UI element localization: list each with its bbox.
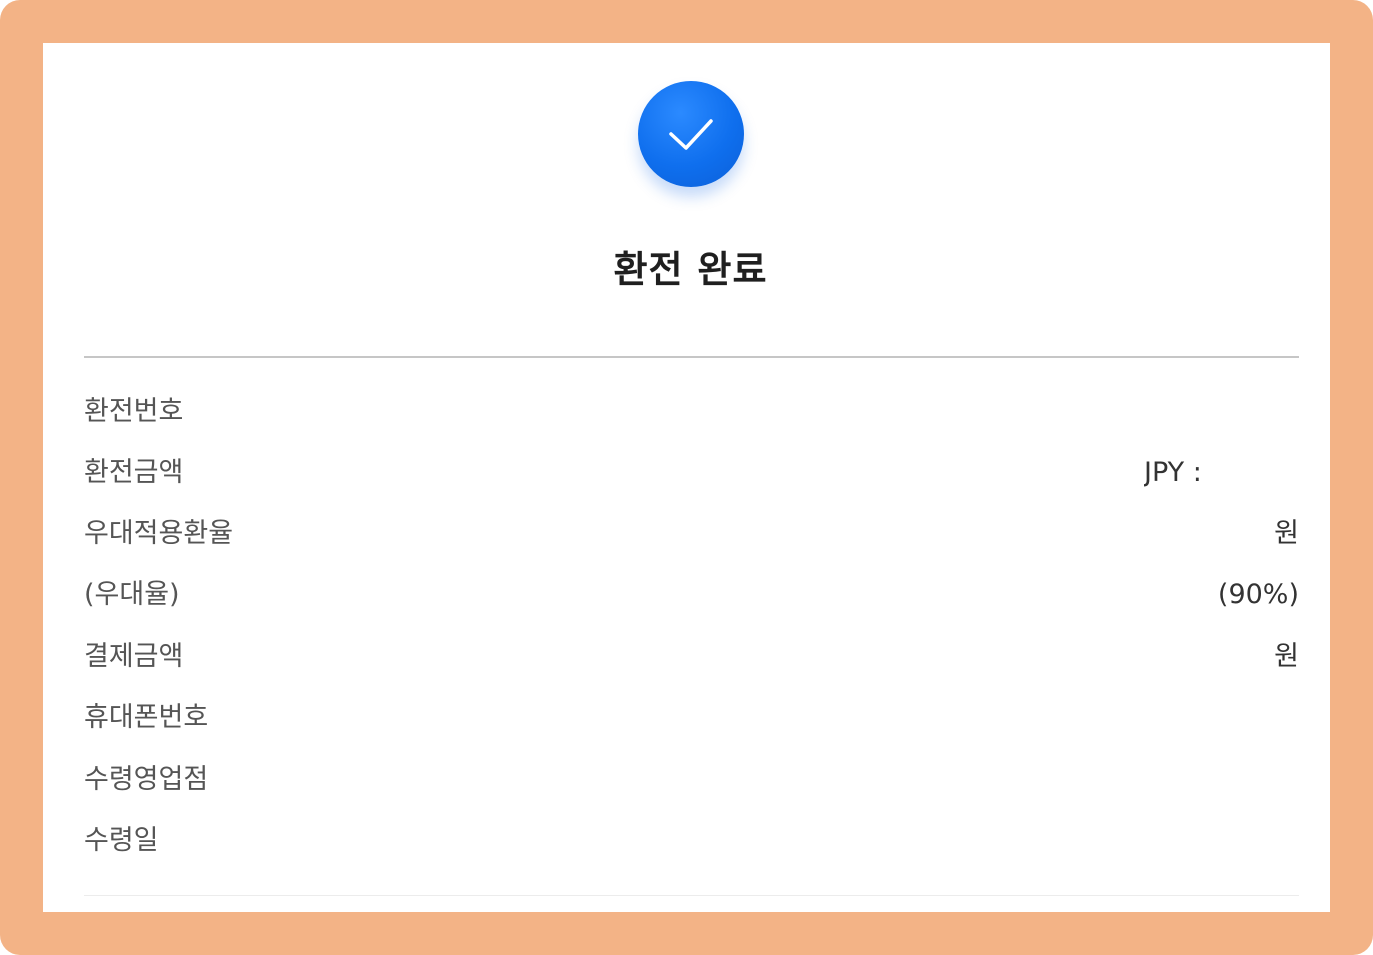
footer-divider	[84, 895, 1299, 896]
row-value: 원	[1274, 518, 1299, 549]
detail-row-phone-number: 휴대폰번호	[84, 696, 1299, 740]
exchange-complete-panel: 환전 완료 환전번호 환전금액 JPY : 우대적용환율 원 (우대율) (90…	[43, 43, 1330, 912]
row-label: 수령일	[84, 825, 159, 856]
screenshot-frame: 환전 완료 환전번호 환전금액 JPY : 우대적용환율 원 (우대율) (90…	[0, 0, 1373, 955]
header-divider	[84, 356, 1299, 358]
success-badge	[638, 81, 744, 187]
detail-row-discount-rate: (우대율) (90%)	[84, 573, 1299, 617]
row-label: 휴대폰번호	[84, 702, 209, 733]
detail-row-pickup-date: 수령일	[84, 819, 1299, 863]
row-value: JPY :	[1144, 457, 1199, 488]
row-value: 원	[1274, 641, 1299, 672]
row-label: 결제금액	[84, 641, 184, 672]
row-label: 환전번호	[84, 396, 184, 427]
detail-row-pickup-branch: 수령영업점	[84, 758, 1299, 802]
detail-row-preferential-rate: 우대적용환율 원	[84, 512, 1299, 556]
row-label: (우대율)	[84, 579, 180, 610]
detail-row-payment-amount: 결제금액 원	[84, 635, 1299, 679]
check-icon	[669, 119, 713, 150]
row-value: (90%)	[1217, 579, 1299, 610]
row-label: 우대적용환율	[84, 518, 234, 549]
row-label: 환전금액	[84, 457, 184, 488]
row-label: 수령영업점	[84, 764, 209, 795]
page-title: 환전 완료	[613, 248, 768, 291]
detail-row-exchange-amount: 환전금액 JPY :	[84, 451, 1299, 495]
detail-row-exchange-number: 환전번호	[84, 390, 1299, 434]
